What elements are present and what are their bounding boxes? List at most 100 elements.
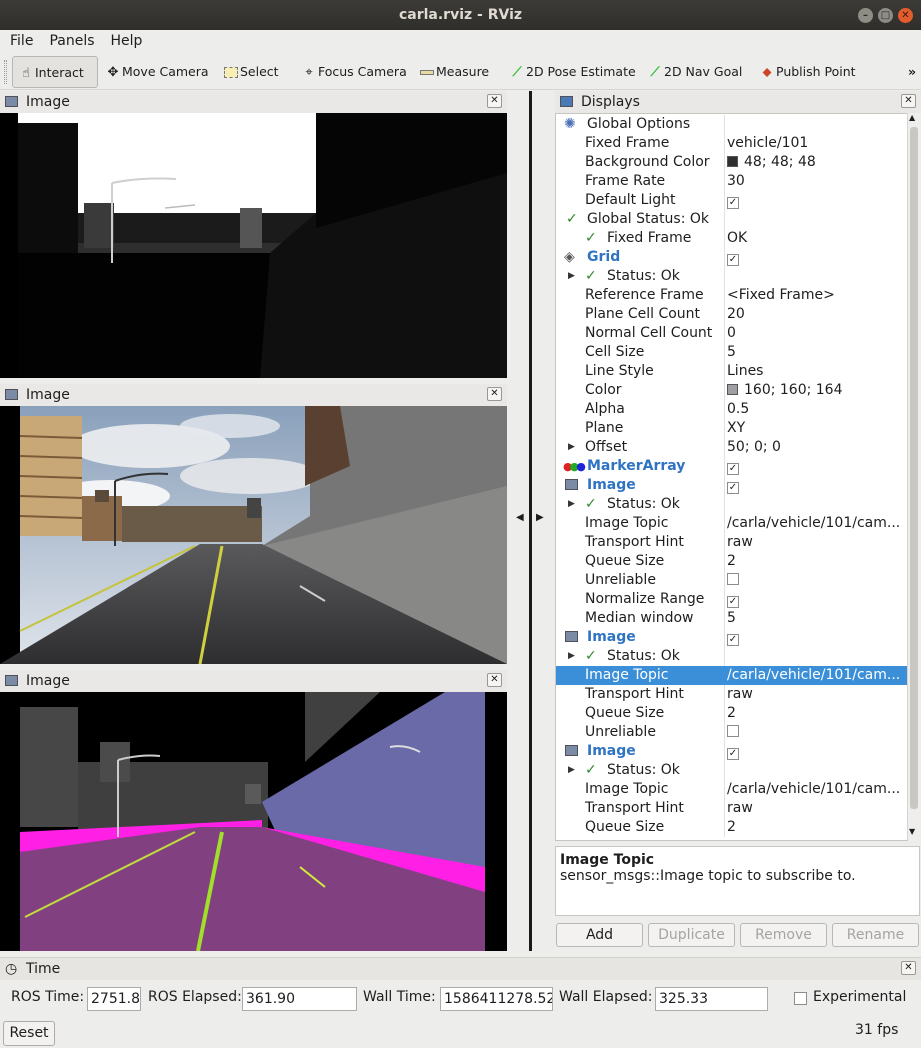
tree-row-offset[interactable]: ▶ Offset 50; 0; 0 xyxy=(556,438,907,457)
wall-elapsed-field[interactable]: 325.33 xyxy=(655,987,768,1011)
close-window-icon[interactable]: ✕ xyxy=(898,8,913,23)
description-text: sensor_msgs::Image topic to subscribe to… xyxy=(560,868,856,884)
unreliable-checkbox[interactable] xyxy=(727,725,739,737)
tree-row-grid[interactable]: ◈ Grid ✓ xyxy=(556,248,907,267)
expand-arrow-icon[interactable]: ▶ xyxy=(568,495,575,514)
tree-row-image-3-topic[interactable]: Image Topic/carla/vehicle/101/cam... xyxy=(556,780,907,799)
image-3-checkbox[interactable]: ✓ xyxy=(727,748,739,760)
tree-row-image-3-transport[interactable]: Transport Hint raw xyxy=(556,799,907,818)
image-panel-2-title: Image xyxy=(26,387,70,403)
expand-arrow-icon[interactable]: ▶ xyxy=(568,438,575,457)
default-light-checkbox[interactable]: ✓ xyxy=(727,197,739,209)
expand-arrow-icon[interactable]: ▶ xyxy=(568,761,575,780)
tree-row-image-2-topic-selected[interactable]: Image Topic/carla/vehicle/101/cam... xyxy=(556,666,907,685)
tree-row-color[interactable]: Color 160; 160; 164 xyxy=(556,381,907,400)
tree-row-image-1-transport[interactable]: Transport Hint raw xyxy=(556,533,907,552)
tree-row-reference-frame[interactable]: Reference Frame <Fixed Frame> xyxy=(556,286,907,305)
measure-tool-button[interactable]: Measure xyxy=(414,56,489,88)
expand-arrow-icon[interactable]: ▶ xyxy=(568,647,575,666)
tree-row-cell-size[interactable]: Cell Size 5 xyxy=(556,343,907,362)
tree-row-image-3-status[interactable]: ▶ ✓ Status: Ok xyxy=(556,761,907,780)
grid-enabled-checkbox[interactable]: ✓ xyxy=(727,254,739,266)
close-panel-icon[interactable]: ✕ xyxy=(901,961,916,975)
tree-row-image-1-topic[interactable]: Image Topic/carla/vehicle/101/cam... xyxy=(556,514,907,533)
tree-row-background-color[interactable]: Background Color 48; 48; 48 xyxy=(556,153,907,172)
experimental-checkbox[interactable] xyxy=(794,992,807,1005)
add-button[interactable]: Add xyxy=(556,923,643,947)
interact-tool-button[interactable]: ☝ Interact xyxy=(12,56,98,88)
menu-panels[interactable]: Panels xyxy=(39,30,100,52)
close-panel-icon[interactable]: ✕ xyxy=(487,387,502,401)
tree-row-global-options[interactable]: ✺ Global Options xyxy=(556,115,907,134)
tree-row-fixed-frame[interactable]: Fixed Frame vehicle/101 xyxy=(556,134,907,153)
rename-button[interactable]: Rename xyxy=(832,923,919,947)
tree-row-image-1-normalize[interactable]: Normalize Range ✓ xyxy=(556,590,907,609)
tree-row-frame-rate[interactable]: Frame Rate 30 xyxy=(556,172,907,191)
image-1-checkbox[interactable]: ✓ xyxy=(727,482,739,494)
monitor-icon xyxy=(560,96,573,107)
tree-row-image-1-unreliable[interactable]: Unreliable xyxy=(556,571,907,590)
image-2-checkbox[interactable]: ✓ xyxy=(727,634,739,646)
expand-arrow-icon[interactable]: ▶ xyxy=(568,267,575,286)
marker-array-checkbox[interactable]: ✓ xyxy=(727,463,739,475)
tree-row-image-2-transport[interactable]: Transport Hint raw xyxy=(556,685,907,704)
pose-estimate-tool-button[interactable]: ⟋ 2D Pose Estimate xyxy=(504,56,635,88)
tree-row-plane-cell-count[interactable]: Plane Cell Count 20 xyxy=(556,305,907,324)
tree-row-image-1-queue[interactable]: Queue Size 2 xyxy=(556,552,907,571)
image-view-2[interactable] xyxy=(0,406,507,664)
scroll-thumb[interactable] xyxy=(910,127,918,809)
tree-row-plane[interactable]: Plane XY xyxy=(556,419,907,438)
maximize-icon[interactable]: □ xyxy=(878,8,893,23)
collapse-right-arrow-icon[interactable]: ▶ xyxy=(536,512,544,523)
rgb-camera-image xyxy=(0,406,507,664)
tree-row-marker-array[interactable]: ●●● MarkerArray ✓ xyxy=(556,457,907,476)
tree-row-image-3-queue[interactable]: Queue Size 2 xyxy=(556,818,907,837)
duplicate-button[interactable]: Duplicate xyxy=(648,923,735,947)
ros-elapsed-field[interactable]: 361.90 xyxy=(242,987,357,1011)
image-view-3[interactable] xyxy=(0,692,507,951)
displays-tree[interactable]: ✺ Global Options Fixed Frame vehicle/101 B… xyxy=(555,113,908,841)
tree-row-alpha[interactable]: Alpha 0.5 xyxy=(556,400,907,419)
scroll-up-arrow-icon[interactable]: ▲ xyxy=(909,113,915,122)
tree-row-image-1[interactable]: Image ✓ xyxy=(556,476,907,495)
normalize-range-checkbox[interactable]: ✓ xyxy=(727,596,739,608)
tree-row-image-3[interactable]: Image ✓ xyxy=(556,742,907,761)
scroll-down-arrow-icon[interactable]: ▼ xyxy=(909,827,915,836)
tree-row-grid-status[interactable]: ▶ ✓ Status: Ok xyxy=(556,267,907,286)
focus-camera-tool-button[interactable]: ⌖ Focus Camera xyxy=(296,56,406,88)
toolbar-overflow-button[interactable]: » xyxy=(904,56,916,88)
green-arrow-icon: ⟋ xyxy=(650,64,660,80)
displays-panel-header: Displays ✕ xyxy=(555,91,921,113)
wall-time-field[interactable]: 1586411278.52 xyxy=(440,987,553,1011)
nav-goal-tool-button[interactable]: ⟋ 2D Nav Goal xyxy=(642,56,742,88)
minimize-icon[interactable]: – xyxy=(858,8,873,23)
select-tool-button[interactable]: Select xyxy=(218,56,279,88)
unreliable-checkbox[interactable] xyxy=(727,573,739,585)
tree-row-image-2-unreliable[interactable]: Unreliable xyxy=(556,723,907,742)
tree-row-image-1-median[interactable]: Median window 5 xyxy=(556,609,907,628)
tree-row-image-2-status[interactable]: ▶ ✓ Status: Ok xyxy=(556,647,907,666)
splitter[interactable] xyxy=(529,91,532,951)
reset-button[interactable]: Reset xyxy=(3,1021,55,1046)
tree-row-image-1-status[interactable]: ▶ ✓ Status: Ok xyxy=(556,495,907,514)
menu-file[interactable]: File xyxy=(0,30,39,52)
menu-help[interactable]: Help xyxy=(101,30,149,52)
close-panel-icon[interactable]: ✕ xyxy=(487,94,502,108)
tree-row-fixed-frame-status[interactable]: ✓ Fixed Frame OK xyxy=(556,229,907,248)
close-panel-icon[interactable]: ✕ xyxy=(487,673,502,687)
publish-point-tool-button[interactable]: ⬥ Publish Point xyxy=(754,56,855,88)
tree-row-image-2[interactable]: Image ✓ xyxy=(556,628,907,647)
tree-row-image-2-queue[interactable]: Queue Size 2 xyxy=(556,704,907,723)
move-camera-tool-button[interactable]: ✥ Move Camera xyxy=(100,56,209,88)
tree-row-line-style[interactable]: Line Style Lines xyxy=(556,362,907,381)
collapse-left-arrow-icon[interactable]: ◀ xyxy=(516,512,524,523)
tree-row-default-light[interactable]: Default Light ✓ xyxy=(556,191,907,210)
close-panel-icon[interactable]: ✕ xyxy=(901,94,916,108)
ros-time-field[interactable]: 2751.89 xyxy=(87,987,141,1011)
toolbar-grip[interactable] xyxy=(4,60,7,84)
remove-button[interactable]: Remove xyxy=(740,923,827,947)
tree-row-global-status[interactable]: ✓ Global Status: Ok xyxy=(556,210,907,229)
image-view-1[interactable] xyxy=(0,113,507,378)
tree-row-normal-cell-count[interactable]: Normal Cell Count 0 xyxy=(556,324,907,343)
displays-scrollbar[interactable]: ▲ ▼ xyxy=(907,113,920,841)
